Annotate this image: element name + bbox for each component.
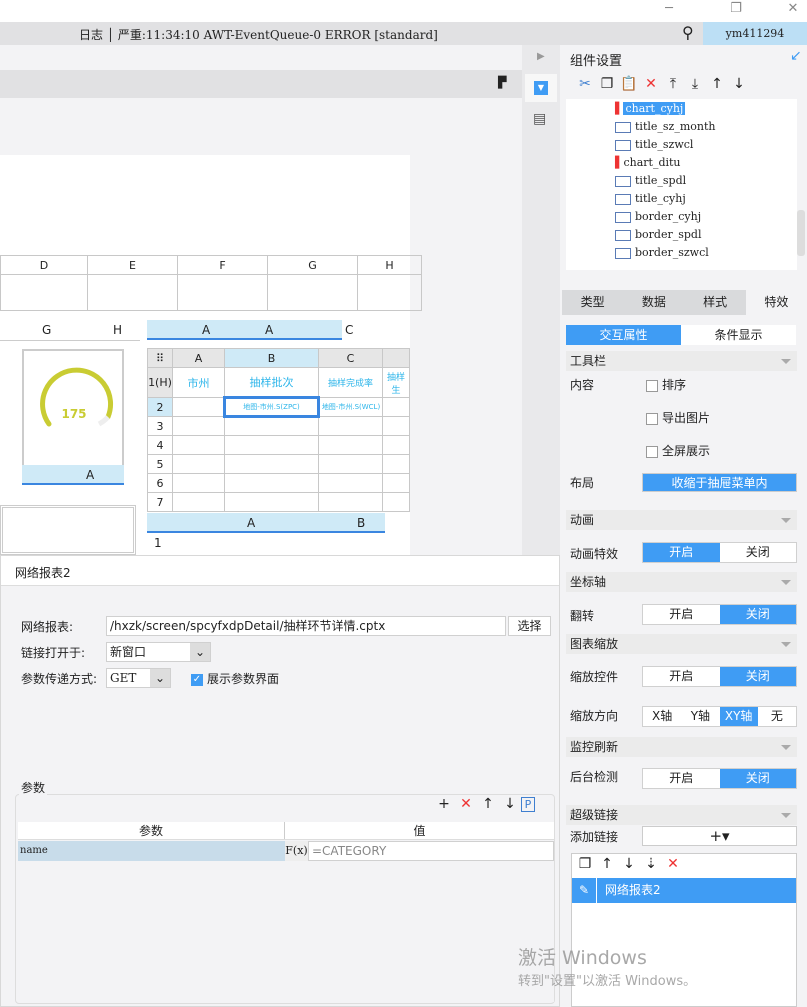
title-bar: ─ ❐ ✕ bbox=[0, 0, 807, 22]
tree-item[interactable]: border_szwcl bbox=[615, 244, 709, 262]
parameter-icon[interactable]: P bbox=[521, 797, 535, 812]
add-icon[interactable]: + bbox=[433, 796, 455, 812]
restore-button[interactable]: ❐ bbox=[721, 0, 751, 20]
table-row[interactable]: name F(x) =CATEGORY bbox=[18, 841, 554, 861]
move-up-icon[interactable]: ↑ bbox=[596, 856, 618, 872]
show-params-checkbox[interactable]: ✓ 展示参数界面 bbox=[191, 670, 279, 687]
check-icon[interactable]: ↙ bbox=[790, 48, 802, 64]
formula-button[interactable]: F(x) bbox=[285, 841, 308, 861]
tab-interaction[interactable]: 交互属性 bbox=[566, 325, 681, 345]
tab-effects[interactable]: 特效 bbox=[745, 290, 807, 315]
section-axis[interactable]: 坐标轴 bbox=[566, 572, 797, 592]
hyperlink-dialog: 网络报表2 网络报表: /hxzk/screen/spcyfxdpDetail/… bbox=[0, 555, 560, 1007]
section-animation[interactable]: 动画 bbox=[566, 510, 797, 530]
link-item[interactable]: ✎ 网络报表2 bbox=[572, 878, 796, 903]
tree-item[interactable]: title_spdl bbox=[615, 172, 686, 190]
copy-icon[interactable]: ❐ bbox=[574, 856, 596, 872]
zoom-control-toggle[interactable]: 开启 关闭 bbox=[642, 666, 797, 687]
user-badge[interactable]: ym411294 bbox=[703, 22, 807, 45]
column-header-value: 值 bbox=[413, 824, 426, 838]
layout-icon[interactable]: ▤ bbox=[533, 111, 546, 127]
tree-item[interactable]: ▌ chart_cyhj bbox=[615, 100, 686, 118]
copy-icon[interactable]: ❐ bbox=[596, 76, 618, 92]
gauge-widget[interactable]: 175 bbox=[22, 349, 124, 469]
sort-icon[interactable]: ⇣ bbox=[640, 856, 662, 872]
edit-icon: ✎ bbox=[572, 878, 597, 903]
tree-item[interactable]: title_cyhj bbox=[615, 190, 686, 208]
section-zoom[interactable]: 图表缩放 bbox=[566, 634, 797, 654]
move-down-icon[interactable]: ↓ bbox=[618, 856, 640, 872]
chevron-down-icon: ⌄ bbox=[150, 669, 170, 687]
param-value-input[interactable]: =CATEGORY bbox=[308, 841, 554, 861]
tree-item[interactable]: title_sz_month bbox=[615, 118, 715, 136]
tab-data[interactable]: 数据 bbox=[623, 290, 684, 315]
params-toolbar: + ✕ ↑ ↓ P bbox=[433, 796, 535, 812]
choose-button[interactable]: 选择 bbox=[508, 616, 551, 636]
tab-style[interactable]: 样式 bbox=[685, 290, 746, 315]
tree-item[interactable]: ▌chart_ditu bbox=[615, 154, 681, 172]
cut-icon[interactable]: ✂ bbox=[574, 76, 596, 92]
widget-settings-tab[interactable]: ▼ bbox=[525, 74, 557, 102]
gauge-value: 175 bbox=[61, 407, 86, 421]
log-bar: 日志 │ 严重:11:34:10 AWT-EventQueue-0 ERROR … bbox=[0, 22, 807, 45]
move-top-icon[interactable]: ⤒ bbox=[662, 76, 684, 92]
move-up-icon[interactable]: ↑ bbox=[477, 796, 499, 812]
params-table: 参数 值 name F(x) =CATEGORY bbox=[18, 822, 554, 1002]
sort-checkbox[interactable]: 排序 bbox=[646, 376, 686, 393]
close-button[interactable]: ✕ bbox=[778, 0, 807, 20]
activation-watermark-text: 转到"设置"以激活 Windows。 bbox=[518, 974, 697, 989]
dialog-title: 网络报表2 bbox=[1, 556, 559, 586]
sheet-grid-top: DEFGH bbox=[0, 255, 422, 311]
layout-select[interactable]: 收缩于抽屉菜单内 bbox=[642, 473, 797, 492]
method-select[interactable]: GET ⌄ bbox=[106, 668, 171, 688]
tab-type[interactable]: 类型 bbox=[562, 290, 623, 315]
inner-report-grid[interactable]: ⠿ A B C 1(H) 市州 抽样批次 抽样完成率 抽样生 2 地图-市州.S(ZPC) 地图-… bbox=[147, 348, 410, 512]
paste-icon[interactable]: 📋 bbox=[618, 76, 640, 92]
zoom-direction-selector[interactable]: X轴 Y轴 XY轴无 bbox=[642, 706, 797, 727]
tree-item[interactable]: border_cyhj bbox=[615, 208, 701, 226]
search-icon[interactable]: ⚲ bbox=[682, 23, 694, 42]
move-bottom-icon[interactable]: ⤓ bbox=[684, 76, 706, 92]
delete-icon[interactable]: ✕ bbox=[662, 856, 684, 872]
add-link-button[interactable]: +▾ bbox=[642, 826, 797, 846]
dropdown-icon[interactable]: ▛ bbox=[498, 76, 506, 89]
open-in-select[interactable]: 新窗口 ⌄ bbox=[106, 642, 211, 662]
tree-toolbar: ✂ ❐ 📋 ✕ ⤒ ⤓ ↑ ↓ bbox=[574, 76, 794, 96]
log-text[interactable]: 日志 │ 严重:11:34:10 AWT-EventQueue-0 ERROR … bbox=[79, 26, 438, 43]
activation-watermark-title: 激活 Windows bbox=[518, 947, 647, 969]
animation-toggle[interactable]: 开启 关闭 bbox=[642, 542, 797, 563]
minimize-button[interactable]: ─ bbox=[654, 0, 684, 20]
report-path-input[interactable]: /hxzk/screen/spcyfxdpDetail/抽样环节详情.cptx bbox=[106, 616, 506, 636]
section-toolbar[interactable]: 工具栏 bbox=[566, 351, 797, 371]
section-hyperlink[interactable]: 超级链接 bbox=[566, 805, 797, 825]
delete-icon[interactable]: ✕ bbox=[640, 76, 662, 92]
panel-title: 组件设置 bbox=[570, 54, 623, 69]
export-image-checkbox[interactable]: 导出图片 bbox=[646, 409, 710, 426]
tree-item[interactable]: title_szwcl bbox=[615, 136, 693, 154]
background-check-toggle[interactable]: 开启 关闭 bbox=[642, 768, 797, 789]
settings-icon: ▼ bbox=[534, 81, 548, 95]
move-down-icon[interactable]: ↓ bbox=[728, 76, 750, 92]
design-canvas[interactable]: DEFGH G H 175 A A A C ⠿ A B C 1(H) 市州 抽样批次 抽样完… bbox=[0, 155, 422, 555]
tab-condition[interactable]: 条件显示 bbox=[681, 325, 796, 345]
flip-toggle[interactable]: 开启 关闭 bbox=[642, 604, 797, 625]
column-header-param: 参数 bbox=[18, 822, 285, 839]
tree-scrollbar[interactable] bbox=[797, 210, 805, 256]
delete-icon[interactable]: ✕ bbox=[455, 796, 477, 812]
chevron-down-icon: ⌄ bbox=[190, 643, 210, 661]
move-down-icon[interactable]: ↓ bbox=[499, 796, 521, 812]
fullscreen-checkbox[interactable]: 全屏展示 bbox=[646, 442, 710, 459]
section-monitor[interactable]: 监控刷新 bbox=[566, 737, 797, 757]
move-up-icon[interactable]: ↑ bbox=[706, 76, 728, 92]
tree-item[interactable]: border_spdl bbox=[615, 226, 701, 244]
panel-tabs: 类型 数据 样式 特效 bbox=[562, 290, 807, 315]
sub-tabs: 交互属性 条件显示 bbox=[566, 325, 796, 345]
expand-arrow-icon[interactable]: ▶ bbox=[537, 51, 545, 62]
canvas-toolbar: ▛ bbox=[0, 70, 522, 98]
gauge-chart: 175 bbox=[40, 367, 114, 427]
placeholder-widget[interactable] bbox=[0, 505, 136, 555]
